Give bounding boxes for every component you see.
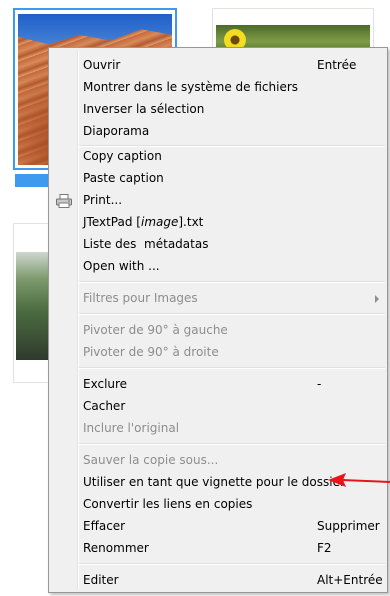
- menu-item-label: Open with ...: [83, 259, 160, 273]
- menu-separator: [79, 313, 385, 315]
- menu-item-label: Pivoter de 90° à gauche: [83, 323, 228, 337]
- menu-item-label: Paste caption: [83, 171, 164, 185]
- menu-item-pivoter-gauche[interactable]: Pivoter de 90° à gauche: [51, 319, 385, 341]
- menu-item-label: Convertir les liens en copies: [83, 497, 253, 511]
- menu-item-diaporama[interactable]: Diaporama: [51, 120, 385, 142]
- menu-item-convertir-liens[interactable]: Convertir les liens en copies: [51, 493, 385, 515]
- menu-item-label: Diaporama: [83, 124, 150, 138]
- context-menu: Ouvrir Entrée Montrer dans le système de…: [48, 47, 388, 593]
- menu-item-label: Pivoter de 90° à droite: [83, 345, 219, 359]
- menu-item-inclure-original[interactable]: Inclure l'original: [51, 417, 385, 439]
- menu-item-label: Exclure: [83, 377, 128, 391]
- menu-item-label: JTextPad [image].txt: [83, 211, 203, 233]
- menu-item-print[interactable]: Print...: [51, 189, 385, 211]
- menu-item-open-with[interactable]: Open with ...: [51, 255, 385, 277]
- menu-item-renommer[interactable]: Renommer F2: [51, 537, 385, 559]
- menu-item-label: Inclure l'original: [83, 421, 180, 435]
- menu-item-label: Utiliser en tant que vignette pour le do…: [83, 475, 345, 489]
- menu-separator: [79, 281, 385, 283]
- menu-item-label: Filtres pour Images: [83, 291, 198, 305]
- menu-item-effacer[interactable]: Effacer Supprimer: [51, 515, 385, 537]
- menu-item-label: Ouvrir: [83, 58, 121, 72]
- menu-separator: [79, 563, 385, 565]
- landscape-image: [16, 252, 50, 360]
- menu-item-paste-caption[interactable]: Paste caption: [51, 167, 385, 189]
- menu-separator: [79, 443, 385, 445]
- menu-item-shortcut: -: [317, 377, 322, 391]
- menu-item-label: Montrer dans le système de fichiers: [83, 80, 299, 94]
- menu-item-liste-metadatas[interactable]: Liste des métadatas: [51, 233, 385, 255]
- red-arrow-annotation: [328, 473, 390, 487]
- menu-item-shortcut: Supprimer: [317, 519, 380, 533]
- menu-item-label: Liste des métadatas: [83, 237, 209, 251]
- menu-item-ouvrir[interactable]: Ouvrir Entrée: [51, 54, 385, 76]
- thumbnail[interactable]: [13, 223, 51, 383]
- menu-item-cacher[interactable]: Cacher: [51, 395, 385, 417]
- menu-item-jtextpad[interactable]: JTextPad [image].txt: [51, 211, 385, 233]
- menu-item-filtres-images[interactable]: Filtres pour Images: [51, 287, 385, 309]
- menu-item-label: Renommer: [83, 541, 149, 555]
- menu-item-editer[interactable]: Editer Alt+Entrée: [51, 569, 385, 591]
- menu-item-copy-caption[interactable]: Copy caption: [51, 145, 385, 167]
- menu-separator: [79, 367, 385, 369]
- menu-item-label: Sauver la copie sous...: [83, 453, 219, 467]
- menu-item-shortcut: F2: [317, 541, 332, 555]
- menu-item-label: Copy caption: [83, 149, 162, 163]
- label-emphasis: image: [140, 215, 179, 229]
- label-prefix: JTextPad [: [83, 215, 141, 229]
- menu-item-label: Effacer: [83, 519, 126, 533]
- menu-item-label: Cacher: [83, 399, 126, 413]
- menu-item-label: Editer: [83, 573, 119, 587]
- menu-item-sauver-copie[interactable]: Sauver la copie sous...: [51, 449, 385, 471]
- submenu-arrow-icon: [375, 295, 379, 303]
- label-suffix: ].txt: [178, 215, 204, 229]
- menu-item-pivoter-droite[interactable]: Pivoter de 90° à droite: [51, 341, 385, 363]
- menu-item-exclure[interactable]: Exclure -: [51, 373, 385, 395]
- printer-icon: [56, 193, 72, 208]
- menu-item-inverser-selection[interactable]: Inverser la sélection: [51, 98, 385, 120]
- menu-item-label: Print...: [83, 193, 123, 207]
- menu-item-label: Inverser la sélection: [83, 102, 205, 116]
- menu-item-shortcut: Alt+Entrée: [317, 573, 383, 587]
- menu-item-montrer-fichiers[interactable]: Montrer dans le système de fichiers: [51, 76, 385, 98]
- menu-item-shortcut: Entrée: [317, 58, 357, 72]
